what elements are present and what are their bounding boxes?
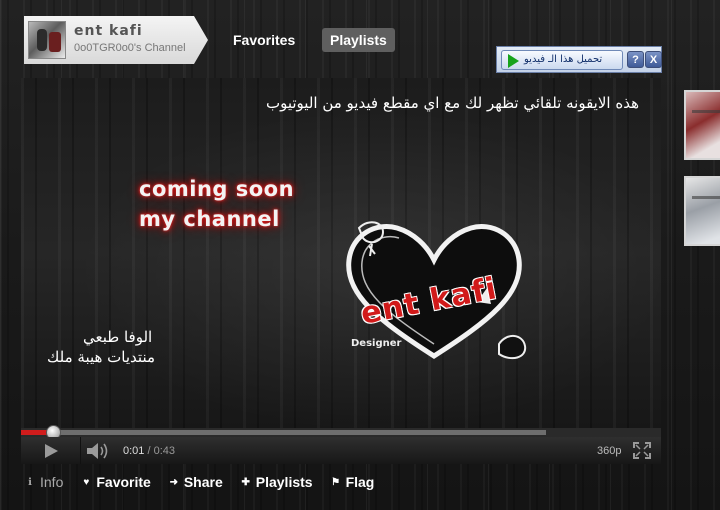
heart-icon: ♥ xyxy=(83,476,90,488)
favorite-action[interactable]: ♥ Favorite xyxy=(80,472,150,492)
channel-subtitle[interactable]: 0o0TGR0o0's Channel xyxy=(74,42,186,54)
related-video-thumbnail[interactable] xyxy=(684,176,720,246)
download-video-button[interactable]: تحميل هذا الـ فيديو xyxy=(501,50,623,70)
share-label: Share xyxy=(183,474,223,490)
flag-label: Flag xyxy=(345,474,375,490)
channel-badge[interactable]: ent kafi 0o0TGR0o0's Channel xyxy=(24,16,208,64)
help-button[interactable]: ? xyxy=(627,51,644,68)
volume-icon[interactable] xyxy=(85,441,109,461)
playlists-label: Playlists xyxy=(255,474,313,490)
nav-playlists-tab[interactable]: Playlists xyxy=(322,28,395,52)
coming-soon-line-1: coming soon xyxy=(139,177,295,201)
related-video-thumbnail[interactable] xyxy=(684,90,720,160)
video-overlay-arabic-text: هذه الايقونه تلقائي تظهر لك مع اي مقطع ف… xyxy=(265,94,639,112)
info-action[interactable]: ℹ Info xyxy=(24,472,63,492)
player-controls: 0:01 / 0:43 360p xyxy=(21,437,661,464)
download-button-label: تحميل هذا الـ فيديو xyxy=(524,54,603,65)
play-icon xyxy=(45,444,58,458)
fullscreen-icon[interactable] xyxy=(633,442,651,459)
seek-bar[interactable] xyxy=(21,425,661,440)
seek-buffered xyxy=(21,430,546,435)
coming-soon-line-2: my channel xyxy=(139,207,280,231)
playlists-action[interactable]: ✚ Playlists xyxy=(240,472,313,492)
info-label: Info xyxy=(40,474,64,490)
flag-action[interactable]: ⚑ Flag xyxy=(330,472,375,492)
info-icon: ℹ xyxy=(28,476,32,488)
close-toolbar-button[interactable]: X xyxy=(645,51,662,68)
signature-line-1: الوفا طبعي xyxy=(83,328,153,346)
share-action[interactable]: ➜ Share xyxy=(168,472,223,492)
nav-favorites-tab[interactable]: Favorites xyxy=(226,30,302,50)
logo-designer-text: Designer xyxy=(351,338,402,349)
duration: / 0:43 xyxy=(147,445,176,457)
channel-avatar[interactable] xyxy=(28,21,66,59)
plus-icon: ✚ xyxy=(241,476,250,488)
current-time: 0:01 xyxy=(123,445,145,457)
quality-button[interactable]: 360p xyxy=(597,445,621,457)
channel-name[interactable]: ent kafi xyxy=(74,23,143,39)
download-toolbar: تحميل هذا الـ فيديو ? X xyxy=(496,46,662,73)
play-button[interactable] xyxy=(21,437,81,464)
play-green-icon xyxy=(508,54,519,68)
video-player-screen[interactable]: هذه الايقونه تلقائي تظهر لك مع اي مقطع ف… xyxy=(21,78,661,428)
signature-line-2: منتديات هيبة ملك xyxy=(47,348,156,366)
video-actions-bar: ℹ Info ♥ Favorite ➜ Share ✚ Playlists ⚑ … xyxy=(24,472,391,492)
arrow-right-icon: ➜ xyxy=(169,476,179,488)
coming-soon-text: coming soon my channel xyxy=(139,174,294,234)
time-display: 0:01 / 0:43 xyxy=(123,445,175,457)
favorite-label: Favorite xyxy=(96,474,151,490)
flag-icon: ⚑ xyxy=(331,476,341,488)
